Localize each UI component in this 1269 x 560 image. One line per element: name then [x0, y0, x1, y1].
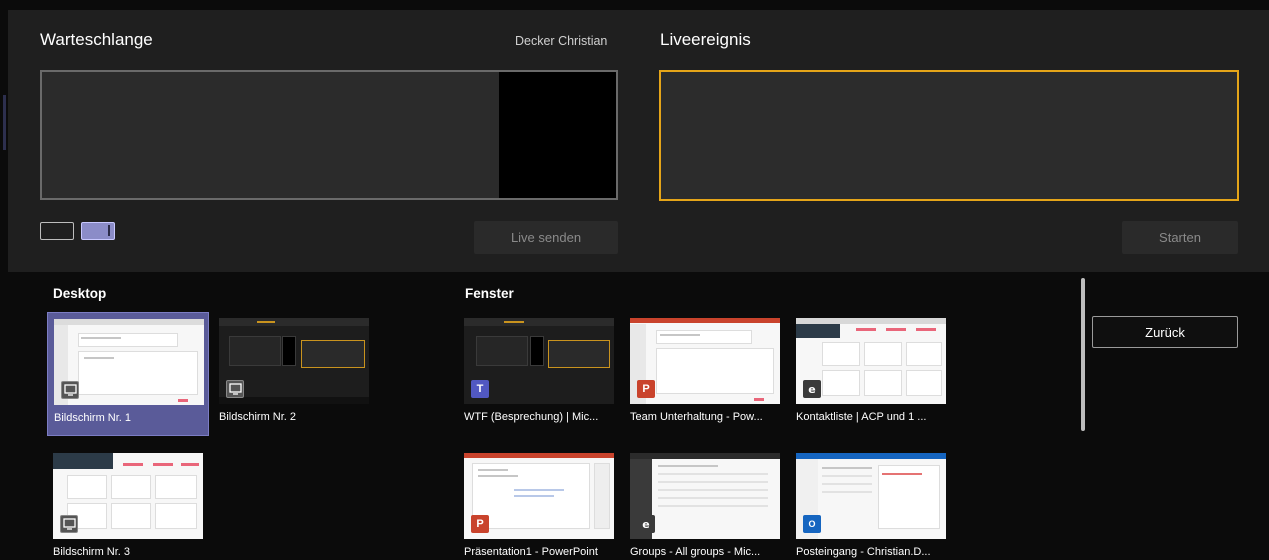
- source-list-scrollbar[interactable]: [1081, 278, 1085, 431]
- window-2-thumbnail: P: [630, 318, 780, 404]
- powerpoint-icon: P: [471, 515, 489, 533]
- source-tile-window-3[interactable]: e Kontaktliste | ACP und 1 ...: [790, 312, 952, 436]
- source-tile-window-1[interactable]: T WTF (Besprechung) | Mic...: [458, 312, 620, 436]
- monitor-icon: [61, 381, 79, 399]
- monitor-icon: [60, 515, 78, 533]
- source-tile-window-2[interactable]: P Team Unterhaltung - Pow...: [624, 312, 786, 436]
- edge-icon: e: [637, 515, 655, 533]
- window-6-thumbnail: O: [796, 453, 946, 539]
- source-label: Bildschirm Nr. 3: [53, 546, 131, 558]
- left-edge: [0, 0, 8, 272]
- edge-icon: e: [803, 380, 821, 398]
- source-tile-window-5[interactable]: e Groups - All groups - Mic...: [624, 447, 786, 560]
- window-5-thumbnail: e: [630, 453, 780, 539]
- desktop-section-title: Desktop: [53, 286, 107, 301]
- source-label: WTF (Besprechung) | Mic...: [464, 411, 599, 423]
- outlook-icon: O: [803, 515, 821, 533]
- powerpoint-icon: P: [637, 380, 655, 398]
- window-1-thumbnail: T: [464, 318, 614, 404]
- window-section-title: Fenster: [465, 286, 514, 301]
- queue-preview-secondary: [499, 72, 616, 198]
- queue-preview[interactable]: [40, 70, 618, 200]
- split-layout-button[interactable]: [81, 222, 115, 240]
- single-layout-button[interactable]: [40, 222, 74, 240]
- source-tile-window-6[interactable]: O Posteingang - Christian.D...: [790, 447, 952, 560]
- screen-3-thumbnail: [53, 453, 203, 539]
- source-label: Präsentation1 - PowerPoint: [464, 546, 598, 558]
- source-label: Bildschirm Nr. 2: [219, 411, 297, 423]
- source-label: Kontaktliste | ACP und 1 ...: [796, 411, 927, 423]
- source-tile-screen-1[interactable]: Bildschirm Nr. 1: [47, 312, 209, 436]
- live-title: Liveereignis: [660, 30, 751, 49]
- screen-2-thumbnail: [219, 318, 369, 404]
- left-accent: [3, 95, 6, 150]
- presenter-name: Decker Christian: [515, 34, 608, 48]
- source-label: Posteingang - Christian.D...: [796, 546, 931, 558]
- screen-1-thumbnail: [54, 319, 204, 405]
- teams-icon: T: [471, 380, 489, 398]
- source-label: Groups - All groups - Mic...: [630, 546, 761, 558]
- source-tile-screen-2[interactable]: Bildschirm Nr. 2: [213, 312, 375, 436]
- start-button[interactable]: Starten: [1122, 221, 1238, 254]
- source-label: Bildschirm Nr. 1: [54, 412, 132, 424]
- source-tile-window-4[interactable]: P Präsentation1 - PowerPoint: [458, 447, 620, 560]
- back-button[interactable]: Zurück: [1092, 316, 1238, 348]
- window-4-thumbnail: P: [464, 453, 614, 539]
- source-tile-screen-3[interactable]: Bildschirm Nr. 3: [47, 447, 209, 560]
- monitor-icon: [226, 380, 244, 398]
- window-3-thumbnail: e: [796, 318, 946, 404]
- live-preview[interactable]: [659, 70, 1239, 201]
- source-label: Team Unterhaltung - Pow...: [630, 411, 763, 423]
- live-send-button[interactable]: Live senden: [474, 221, 618, 254]
- queue-title: Warteschlange: [40, 30, 153, 49]
